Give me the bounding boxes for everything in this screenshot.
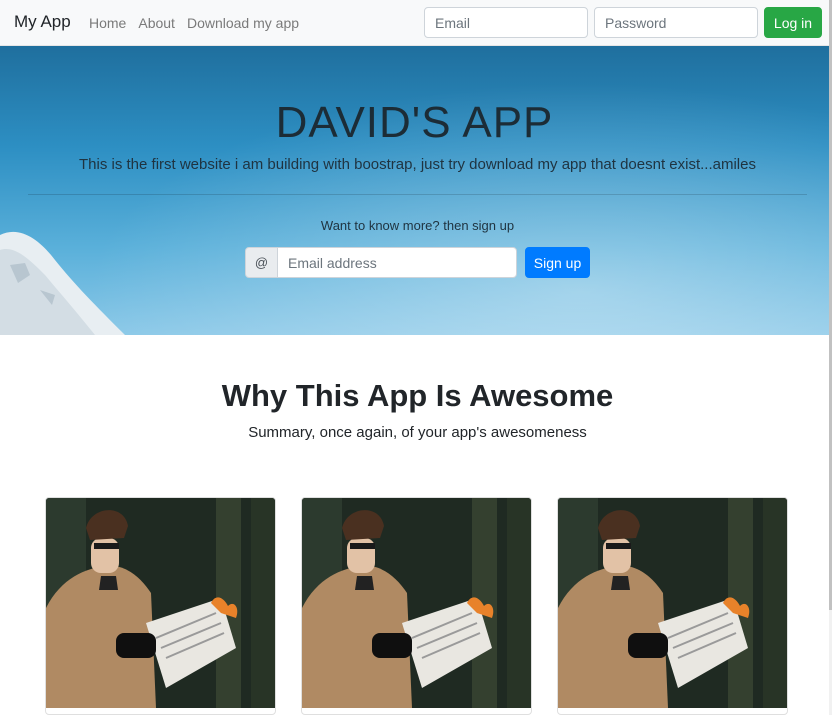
login-button[interactable]: Log in [764, 7, 822, 38]
nav-links: Home About Download my app [89, 15, 299, 31]
navbar-brand[interactable]: My App [14, 12, 71, 32]
login-email-input[interactable] [424, 7, 588, 38]
feature-card [301, 497, 532, 715]
feature-card [45, 497, 276, 715]
feature-card [557, 497, 788, 715]
navbar: My App Home About Download my app Log in [0, 0, 829, 46]
nav-link-about[interactable]: About [138, 15, 175, 31]
signup-prompt: Want to know more? then sign up [320, 218, 515, 233]
nav-link-home[interactable]: Home [89, 15, 126, 31]
nav-link-download[interactable]: Download my app [187, 15, 299, 31]
person-reading-burning-newspaper-photo-icon [302, 498, 531, 708]
signup-email-input[interactable] [277, 247, 517, 278]
signup-button[interactable]: Sign up [525, 247, 590, 278]
login-password-input[interactable] [594, 7, 758, 38]
hero-divider [28, 194, 807, 195]
person-reading-burning-newspaper-photo-icon [558, 498, 787, 708]
features-title: Why This App Is Awesome [221, 378, 614, 413]
at-sign-icon: @ [245, 247, 278, 278]
features-subtitle: Summary, once again, of your app's aweso… [248, 424, 587, 441]
hero-subtitle: This is the first website i am building … [79, 156, 756, 173]
hero-title: DAVID'S APP [275, 98, 554, 147]
hero-banner: DAVID'S APP This is the first website i … [0, 46, 829, 335]
person-reading-burning-newspaper-photo-icon [46, 498, 275, 708]
